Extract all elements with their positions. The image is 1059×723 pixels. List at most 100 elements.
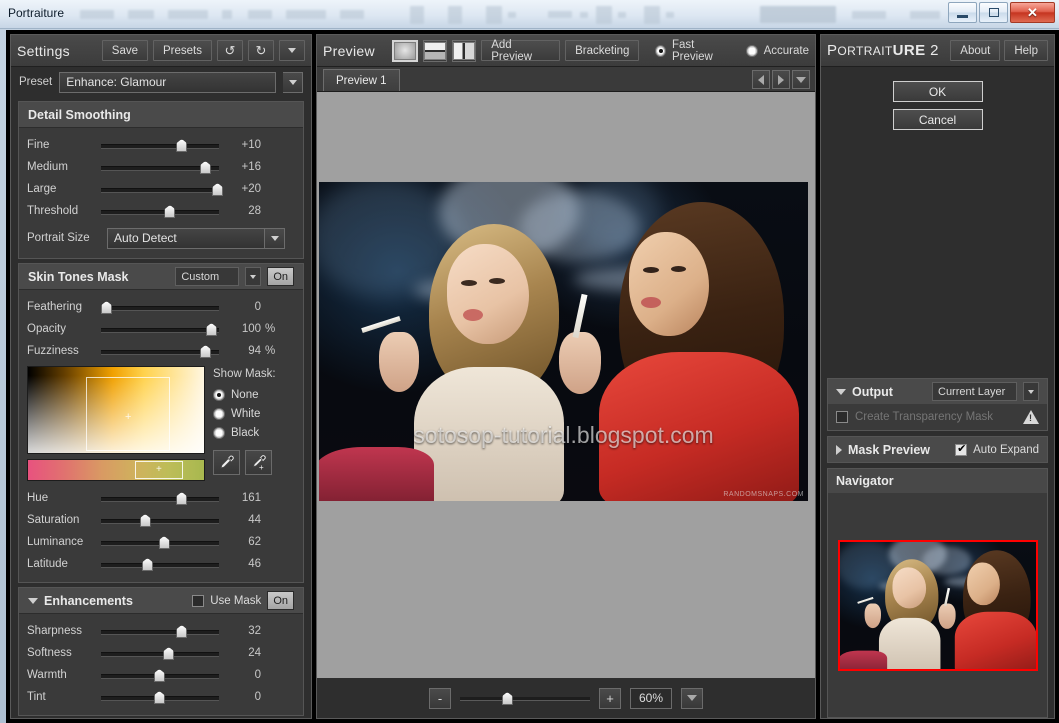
about-button[interactable]: About <box>950 40 1001 61</box>
navigator-thumbnail[interactable] <box>837 539 1038 671</box>
use-mask-checkbox[interactable] <box>192 594 205 607</box>
slider-opacity[interactable]: Opacity 100 % <box>19 318 303 340</box>
output-target-select[interactable]: Current Layer <box>932 382 1017 401</box>
tab-navigation[interactable] <box>752 70 810 89</box>
skin-tones-mode-chevron-down-icon[interactable] <box>245 267 262 286</box>
eyedropper-add-button[interactable]: + <box>245 450 272 475</box>
slider-knob[interactable] <box>163 647 175 660</box>
output-header[interactable]: Output Current Layer <box>828 379 1047 404</box>
slider-sharpness[interactable]: Sharpness 32 <box>19 620 303 642</box>
quality-option-accurate[interactable]: Accurate <box>745 41 809 60</box>
slider-knob[interactable] <box>158 536 170 549</box>
slider-knob[interactable] <box>101 301 112 314</box>
slider-threshold[interactable]: Threshold 28 <box>19 200 303 222</box>
enhancements-header[interactable]: Enhancements Use Mask On <box>19 588 303 614</box>
slider-knob[interactable] <box>139 514 151 527</box>
tab-prev-button[interactable] <box>752 70 770 89</box>
radio-icon[interactable] <box>654 44 666 57</box>
slider-knob[interactable] <box>176 139 188 152</box>
help-button[interactable]: Help <box>1004 40 1048 61</box>
show-mask-option-none[interactable]: None <box>213 385 295 404</box>
slider-track[interactable] <box>101 322 219 336</box>
slider-track[interactable] <box>101 557 219 571</box>
slider-warmth[interactable]: Warmth 0 <box>19 664 303 686</box>
undo-icon[interactable]: ↺ <box>217 40 243 61</box>
expand-triangle-icon[interactable] <box>836 444 842 455</box>
slider-track[interactable] <box>101 300 219 314</box>
enhancements-toggle[interactable]: On <box>267 591 294 610</box>
save-button[interactable]: Save <box>101 40 148 61</box>
cancel-button[interactable]: Cancel <box>892 109 983 130</box>
slider-knob[interactable] <box>200 345 212 358</box>
output-target-chevron-down-icon[interactable] <box>1023 382 1039 401</box>
slider-knob[interactable] <box>153 669 165 682</box>
slider-knob[interactable] <box>176 492 188 505</box>
tab-next-button[interactable] <box>772 70 790 89</box>
restore-button[interactable] <box>979 2 1008 23</box>
window-controls[interactable]: ✕ <box>948 2 1055 23</box>
slider-feathering[interactable]: Feathering 0 <box>19 296 303 318</box>
redo-icon[interactable]: ↻ <box>248 40 274 61</box>
slider-luminance[interactable]: Luminance 62 <box>19 531 303 553</box>
preset-chevron-down-icon[interactable] <box>283 71 303 93</box>
eyedropper-button[interactable] <box>213 450 240 475</box>
slider-track[interactable] <box>101 535 219 549</box>
zoom-slider[interactable] <box>460 691 590 705</box>
radio-icon[interactable] <box>213 407 225 420</box>
minimize-button[interactable] <box>948 2 977 23</box>
tab-menu-button[interactable] <box>792 70 810 89</box>
portrait-size-select[interactable]: Auto Detect <box>107 227 265 249</box>
slider-track[interactable] <box>101 160 219 174</box>
slider-track[interactable] <box>101 513 219 527</box>
slider-knob[interactable] <box>199 161 211 174</box>
slider-fuzziness[interactable]: Fuzziness 94 % <box>19 340 303 362</box>
show-mask-option-white[interactable]: White <box>213 404 295 423</box>
zoom-level-field[interactable]: 60% <box>630 687 672 709</box>
slider-track[interactable] <box>101 491 219 505</box>
radio-icon[interactable] <box>213 388 225 401</box>
zoom-level-chevron-down-icon[interactable] <box>681 687 703 709</box>
slider-track[interactable] <box>101 690 219 704</box>
preview-image[interactable]: sotosop-tutorial.blogspot.com RANDOMSNAP… <box>319 182 808 501</box>
presets-button[interactable]: Presets <box>153 40 212 61</box>
slider-knob[interactable] <box>176 625 188 638</box>
view-mode-vertical-split-button[interactable] <box>452 39 477 62</box>
slider-hue[interactable]: Hue 161 <box>19 487 303 509</box>
slider-large[interactable]: Large +20 <box>19 178 303 200</box>
slider-track[interactable] <box>101 668 219 682</box>
view-mode-horizontal-split-button[interactable] <box>423 39 448 62</box>
preview-canvas[interactable]: sotosop-tutorial.blogspot.com RANDOMSNAP… <box>317 92 815 678</box>
slider-track[interactable] <box>101 182 223 196</box>
settings-menu-icon[interactable] <box>279 40 305 61</box>
hue-strip[interactable]: + <box>27 459 205 481</box>
zoom-slider-knob[interactable] <box>501 692 513 705</box>
slider-knob[interactable] <box>205 323 217 336</box>
slider-knob[interactable] <box>142 558 154 571</box>
color-gradient-field[interactable]: + <box>27 366 205 454</box>
slider-track[interactable] <box>101 204 219 218</box>
close-button[interactable]: ✕ <box>1010 2 1055 23</box>
ok-button[interactable]: OK <box>892 81 983 102</box>
skin-tones-mode-select[interactable]: Custom <box>175 267 240 286</box>
slider-tint[interactable]: Tint 0 <box>19 686 303 708</box>
slider-latitude[interactable]: Latitude 46 <box>19 553 303 575</box>
slider-knob[interactable] <box>164 205 176 218</box>
collapse-triangle-icon[interactable] <box>28 597 38 604</box>
radio-icon[interactable] <box>213 426 225 439</box>
slider-fine[interactable]: Fine +10 <box>19 134 303 156</box>
slider-track[interactable] <box>101 344 219 358</box>
slider-saturation[interactable]: Saturation 44 <box>19 509 303 531</box>
slider-softness[interactable]: Softness 24 <box>19 642 303 664</box>
tab-preview-1[interactable]: Preview 1 <box>323 69 400 91</box>
preset-select[interactable]: Enhance: Glamour <box>59 71 276 93</box>
zoom-in-button[interactable]: + <box>599 687 621 709</box>
portrait-size-chevron-down-icon[interactable] <box>265 227 285 249</box>
auto-expand-checkbox[interactable] <box>955 442 968 456</box>
mask-preview-header[interactable]: Mask Preview Auto Expand <box>828 437 1047 462</box>
collapse-triangle-icon[interactable] <box>836 388 846 395</box>
slider-track[interactable] <box>101 138 219 152</box>
show-mask-option-black[interactable]: Black <box>213 423 295 442</box>
quality-option-fast-preview[interactable]: Fast Preview <box>654 39 732 63</box>
view-mode-single-button[interactable] <box>392 39 419 62</box>
radio-icon[interactable] <box>745 44 758 57</box>
